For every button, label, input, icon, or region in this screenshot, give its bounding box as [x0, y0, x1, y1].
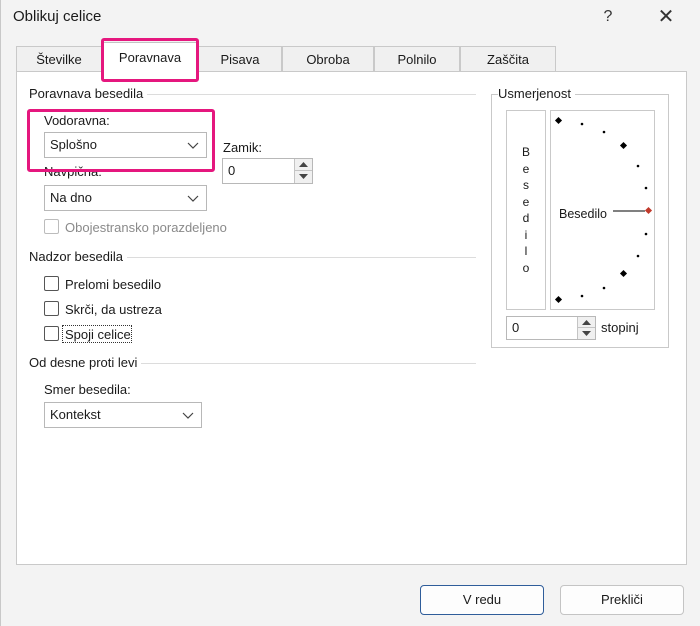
text-alignment-group-label: Poravnava besedila [29, 86, 148, 101]
indent-down-button[interactable] [295, 171, 312, 183]
arrow-up-icon [299, 162, 308, 167]
indent-label: Zamik: [223, 140, 262, 155]
help-button[interactable]: ? [597, 6, 619, 28]
chevron-down-icon [186, 133, 200, 157]
degrees-unit-label: stopinj [601, 320, 639, 335]
chevron-down-icon [186, 186, 200, 210]
vertical-letter: B [521, 145, 530, 159]
degrees-value: 0 [512, 320, 520, 335]
text-control-group-label: Nadzor besedila [29, 249, 127, 264]
ok-button[interactable]: V redu [420, 585, 544, 615]
wrap-text-label: Prelomi besedilo [65, 277, 162, 292]
format-cells-dialog: Oblikuj celice ? ✕ Številke Poravnava Pi… [0, 0, 700, 626]
dial-text-sample: Besedilo [559, 207, 607, 221]
justify-distributed-checkbox[interactable] [44, 219, 59, 234]
text-direction-label: Smer besedila: [44, 382, 131, 397]
tab-font[interactable]: Pisava [198, 46, 282, 72]
tab-protection[interactable]: Zaščita [460, 46, 556, 72]
indent-value: 0 [228, 163, 236, 178]
indent-spinner[interactable]: 0 [222, 158, 313, 184]
vertical-select-value: Na dno [50, 190, 92, 205]
vertical-select[interactable]: Na dno [44, 185, 207, 211]
indent-up-button[interactable] [295, 159, 312, 171]
cancel-button[interactable]: Prekliči [560, 585, 684, 615]
vertical-letter: i [524, 227, 528, 242]
arrow-up-icon [582, 320, 591, 325]
tab-alignment[interactable]: Poravnava [102, 42, 198, 73]
degrees-spinner[interactable]: 0 [506, 316, 596, 340]
vertical-letter: e [522, 194, 530, 209]
title-bar: Oblikuj celice ? ✕ [1, 0, 700, 34]
vertical-label: Navpična: [44, 164, 102, 179]
text-direction-value: Kontekst [50, 407, 101, 422]
horizontal-label: Vodoravna: [44, 113, 110, 128]
shrink-to-fit-label: Skrči, da ustreza [65, 302, 162, 317]
tab-fill[interactable]: Polnilo [374, 46, 460, 72]
horizontal-select[interactable]: Splošno [44, 132, 207, 158]
horizontal-select-value: Splošno [50, 137, 97, 152]
vertical-letter: d [522, 211, 530, 225]
wrap-text-checkbox[interactable] [44, 276, 59, 291]
orientation-group-label: Usmerjenost [498, 86, 575, 101]
text-direction-select[interactable]: Kontekst [44, 402, 202, 428]
spinner-buttons [577, 317, 595, 339]
merge-cells-label: Spoji celice [65, 327, 131, 342]
chevron-down-icon [181, 403, 195, 427]
close-button[interactable]: ✕ [653, 4, 679, 30]
vertical-text-sample: B e s e d i l o [520, 144, 532, 276]
degrees-up-button[interactable] [578, 317, 595, 328]
vertical-letter: l [524, 244, 528, 258]
degrees-down-button[interactable] [578, 328, 595, 339]
spinner-buttons [294, 159, 312, 183]
arrow-down-icon [299, 174, 308, 179]
vertical-letter: s [523, 178, 529, 192]
vertical-letter: o [522, 260, 530, 275]
merge-cells-checkbox[interactable] [44, 326, 59, 341]
vertical-letter: e [522, 161, 530, 176]
window-title: Oblikuj celice [13, 8, 102, 25]
shrink-to-fit-checkbox[interactable] [44, 301, 59, 316]
orientation-dial[interactable]: Besedilo [550, 110, 655, 310]
justify-distributed-label: Obojestransko porazdeljeno [65, 220, 227, 235]
rtl-group-label: Od desne proti levi [29, 355, 142, 370]
tab-border[interactable]: Obroba [282, 46, 374, 72]
tab-numbers[interactable]: Številke [16, 46, 102, 72]
arrow-down-icon [582, 331, 591, 336]
